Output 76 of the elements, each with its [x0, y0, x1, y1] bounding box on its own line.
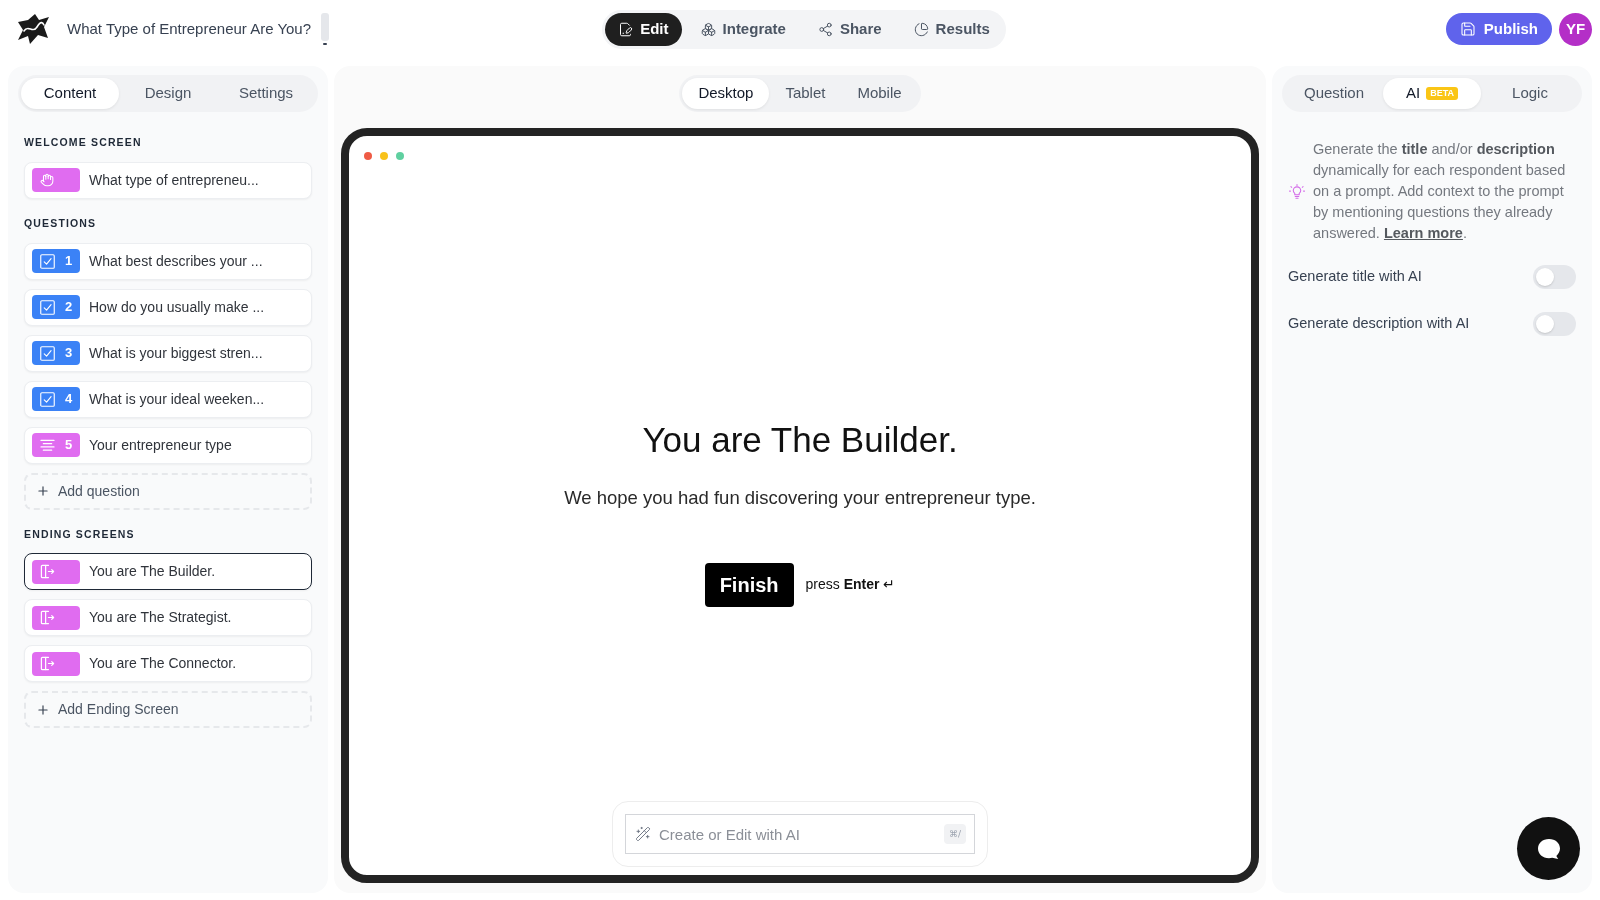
item-title: You are The Connector.	[89, 654, 237, 674]
lightbulb-icon	[1289, 183, 1305, 200]
nav-tab[interactable]: Edit	[605, 12, 682, 46]
item-title: What is your biggest stren...	[89, 343, 263, 363]
tab[interactable]: Question	[1285, 78, 1383, 109]
question-item[interactable]: 5 Your entrepreneur type	[24, 426, 312, 464]
welcome-screen-item[interactable]: What type of entrepreneu...	[24, 161, 312, 199]
user-avatar[interactable]: YF	[1559, 12, 1592, 46]
question-number: 3	[65, 344, 73, 363]
ai-feature-description: Generate the title and/or description dynamically for each respondent based on a prompt. Add context to the prompt by mentioning questions they already answered. Learn more.	[1313, 140, 1567, 243]
toggle-switch[interactable]	[1533, 265, 1576, 289]
boxes-icon	[700, 21, 716, 37]
pie-chart-icon	[913, 21, 929, 37]
add-button[interactable]: Add Ending Screen	[24, 691, 312, 729]
section-heading: WELCOME SCREEN	[24, 135, 143, 150]
question-item[interactable]: 4 What is your ideal weeken...	[24, 380, 312, 418]
text-lines-icon	[40, 438, 55, 452]
item-title: What is your ideal weeken...	[89, 389, 265, 409]
ending-screen-item[interactable]: You are The Strategist.	[24, 599, 312, 637]
tab[interactable]: Content	[21, 78, 119, 109]
checkbox-icon	[40, 391, 55, 407]
question-item[interactable]: 1 What best describes your ...	[24, 242, 312, 280]
question-number: 4	[65, 390, 73, 409]
item-title: Your entrepreneur type	[89, 435, 232, 455]
shortcut-key: ⌘/	[943, 824, 966, 844]
nav-tab[interactable]: Results	[900, 12, 1003, 46]
nav-tab[interactable]: Share	[804, 12, 895, 46]
file-pen-icon	[618, 21, 634, 37]
door-arrow-icon	[40, 564, 55, 580]
section-heading: QUESTIONS	[24, 215, 98, 231]
tab[interactable]: Settings	[217, 78, 315, 109]
question-item[interactable]: 2 How do you usually make ...	[24, 288, 312, 326]
door-arrow-icon	[40, 656, 55, 672]
screen-description: We hope you had fun discovering your entrepreneur type.	[564, 485, 1036, 510]
publish-button[interactable]: Publish	[1445, 13, 1552, 45]
tab[interactable]: Tablet	[769, 78, 842, 109]
key-hint: press Enter ↵	[805, 575, 896, 594]
plus-icon	[36, 484, 50, 498]
nav-tab[interactable]: Integrate	[687, 12, 799, 46]
ending-screen-item[interactable]: You are The Connector.	[24, 645, 312, 683]
tab[interactable]: Mobile	[841, 78, 918, 109]
toggle-switch[interactable]	[1533, 312, 1576, 336]
beta-tag: BETA	[1426, 87, 1458, 100]
door-arrow-icon	[40, 610, 55, 626]
plus-icon	[36, 702, 50, 717]
tab[interactable]: Design	[119, 78, 217, 109]
form-title[interactable]: What Type of Entrepreneur Are You?	[67, 17, 312, 41]
logo-icon	[16, 13, 50, 45]
item-title: You are The Strategist.	[89, 608, 232, 628]
add-button[interactable]: Add question	[24, 472, 312, 510]
magic-wand-icon	[635, 826, 651, 842]
question-number: 2	[65, 298, 73, 317]
item-title: What type of entrepreneu...	[89, 170, 259, 190]
tab[interactable]: Logic	[1481, 78, 1579, 109]
item-title: What best describes your ...	[89, 251, 263, 271]
hand-icon	[40, 173, 54, 188]
checkbox-icon	[40, 299, 55, 315]
toggle-label: Generate title with AI	[1288, 267, 1422, 287]
question-number: 1	[65, 252, 73, 271]
ending-screen-item[interactable]: You are The Builder.	[24, 553, 312, 591]
finish-button[interactable]: Finish	[704, 562, 794, 607]
section-heading: ENDING SCREENS	[24, 526, 136, 542]
checkbox-icon	[40, 253, 55, 269]
question-number: 5	[65, 436, 73, 455]
checkbox-icon	[40, 345, 55, 361]
chat-bubble-icon	[1536, 837, 1561, 860]
item-title: You are The Builder.	[89, 562, 216, 582]
handle-icon	[321, 13, 330, 45]
tab[interactable]: Desktop	[682, 78, 770, 109]
learn-more-link[interactable]: Learn more	[1383, 225, 1463, 241]
toggle-label: Generate description with AI	[1288, 314, 1470, 334]
question-item[interactable]: 3 What is your biggest stren...	[24, 334, 312, 372]
tab[interactable]: AI BETA	[1383, 78, 1481, 109]
share-icon	[817, 21, 833, 37]
screen-title: You are The Builder.	[642, 418, 958, 461]
item-title: How do you usually make ...	[89, 297, 265, 317]
